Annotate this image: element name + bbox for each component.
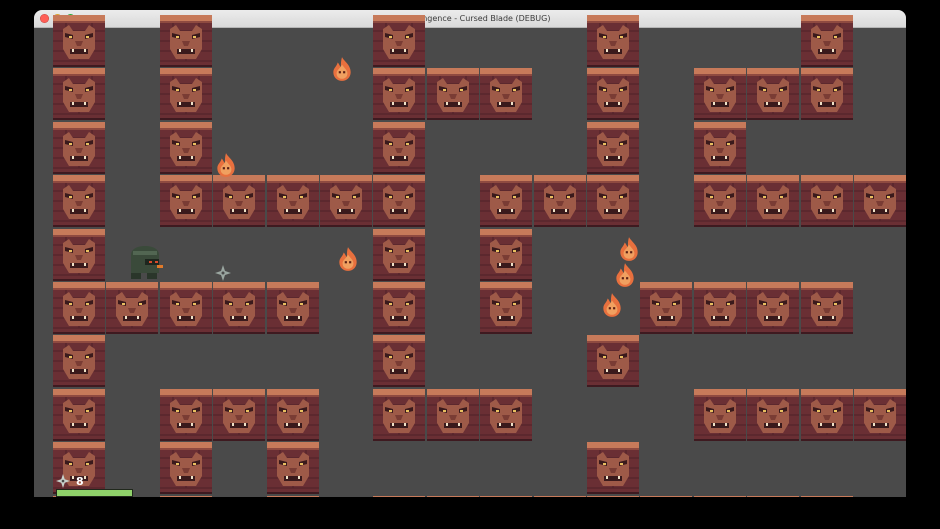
demon-face-wall-block: [53, 175, 105, 227]
flame-spirit-icon[interactable]: [215, 152, 237, 178]
demon-face-wall-block: [427, 68, 479, 120]
demon-face-wall-block: [694, 68, 746, 120]
demon-face-wall-block: [267, 442, 319, 494]
flame-spirit-icon[interactable]: [601, 292, 623, 318]
demon-face-wall-block: [53, 282, 105, 334]
demon-face-wall-block: [747, 282, 799, 334]
game-canvas[interactable]: 8: [34, 28, 906, 497]
demon-face-wall-block: [373, 68, 425, 120]
demon-face-wall-block: [373, 175, 425, 227]
flame-spirit-icon[interactable]: [331, 56, 353, 82]
demon-face-wall-block: [267, 175, 319, 227]
demon-face-wall-block: [427, 496, 479, 497]
flame-spirit-icon[interactable]: [614, 262, 636, 288]
close-window-button[interactable]: [40, 14, 49, 23]
demon-face-wall-block: [587, 122, 639, 174]
demon-face-wall-block: [267, 282, 319, 334]
shuriken-icon: [215, 265, 231, 281]
demon-face-wall-block: [373, 282, 425, 334]
shuriken-counter: 8: [56, 474, 84, 488]
demon-face-wall-block: [747, 389, 799, 441]
demon-face-wall-block: [480, 496, 532, 497]
health-bar-fill: [57, 490, 132, 496]
demon-face-wall-block: [160, 68, 212, 120]
demon-face-wall-block: [267, 389, 319, 441]
demon-face-wall-block: [854, 389, 906, 441]
demon-face-wall-block: [694, 496, 746, 497]
demon-face-wall-block: [53, 335, 105, 387]
game-window: Ninja Vengence - Cursed Blade (DEBUG) 8: [34, 10, 906, 497]
demon-face-wall-block: [160, 496, 212, 497]
demon-face-wall-block: [160, 282, 212, 334]
demon-face-wall-block: [53, 229, 105, 281]
demon-face-wall-block: [160, 389, 212, 441]
demon-face-wall-block: [587, 442, 639, 494]
demon-face-wall-block: [534, 496, 586, 497]
demon-face-wall-block: [801, 68, 853, 120]
demon-face-wall-block: [427, 389, 479, 441]
demon-face-wall-block: [373, 229, 425, 281]
demon-face-wall-block: [694, 389, 746, 441]
demon-face-wall-block: [213, 175, 265, 227]
shuriken-count: 8: [76, 474, 84, 488]
demon-face-wall-block: [160, 122, 212, 174]
demon-face-wall-block: [694, 122, 746, 174]
demon-face-wall-block: [53, 15, 105, 67]
demon-face-wall-block: [106, 282, 158, 334]
demon-face-wall-block: [801, 389, 853, 441]
demon-face-wall-block: [801, 15, 853, 67]
demon-face-wall-block: [747, 175, 799, 227]
health-bar: [56, 489, 133, 497]
flame-spirit-icon[interactable]: [337, 246, 359, 272]
flame-spirit-icon[interactable]: [618, 236, 640, 262]
demon-face-wall-block: [640, 496, 692, 497]
demon-face-wall-block: [747, 68, 799, 120]
demon-face-wall-block: [480, 389, 532, 441]
demon-face-wall-block: [480, 68, 532, 120]
demon-face-wall-block: [587, 15, 639, 67]
demon-face-wall-block: [160, 175, 212, 227]
demon-face-wall-block: [480, 229, 532, 281]
demon-face-wall-block: [373, 122, 425, 174]
demon-face-wall-block: [373, 389, 425, 441]
ninja-icon[interactable]: [127, 243, 165, 281]
demon-face-wall-block: [480, 282, 532, 334]
demon-face-wall-block: [854, 175, 906, 227]
demon-face-wall-block: [160, 15, 212, 67]
demon-face-wall-block: [587, 335, 639, 387]
demon-face-wall-block: [373, 15, 425, 67]
demon-face-wall-block: [320, 175, 372, 227]
demon-face-wall-block: [373, 496, 425, 497]
demon-face-wall-block: [534, 175, 586, 227]
demon-face-wall-block: [587, 68, 639, 120]
demon-face-wall-block: [801, 496, 853, 497]
demon-face-wall-block: [694, 175, 746, 227]
demon-face-wall-block: [801, 282, 853, 334]
demon-face-wall-block: [213, 389, 265, 441]
shuriken-icon: [56, 474, 70, 488]
demon-face-wall-block: [213, 282, 265, 334]
demon-face-wall-block: [587, 175, 639, 227]
demon-face-wall-block: [373, 335, 425, 387]
demon-face-wall-block: [640, 282, 692, 334]
demon-face-wall-block: [587, 496, 639, 497]
demon-face-wall-block: [694, 282, 746, 334]
demon-face-wall-block: [53, 68, 105, 120]
demon-face-wall-block: [480, 175, 532, 227]
demon-face-wall-block: [801, 175, 853, 227]
demon-face-wall-block: [53, 389, 105, 441]
demon-face-wall-block: [747, 496, 799, 497]
demon-face-wall-block: [160, 442, 212, 494]
demon-face-wall-block: [53, 122, 105, 174]
demon-face-wall-block: [267, 496, 319, 497]
